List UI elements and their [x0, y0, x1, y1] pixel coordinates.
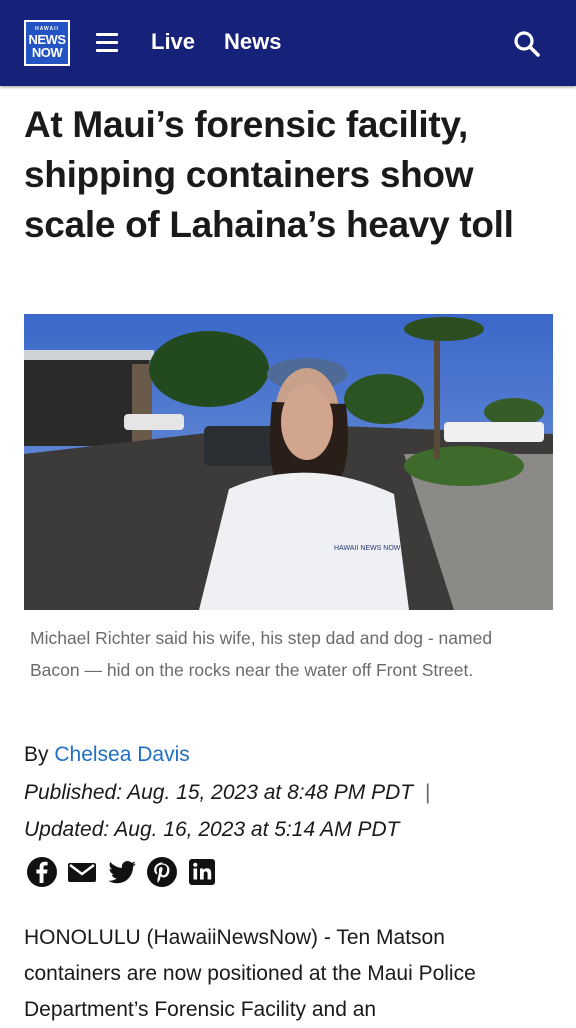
- pinterest-icon[interactable]: [146, 856, 178, 888]
- nav-news-link[interactable]: News: [224, 29, 281, 55]
- photo-caption: Michael Richter said his wife, his step …: [30, 628, 493, 680]
- facebook-icon[interactable]: [26, 856, 58, 888]
- email-icon[interactable]: [66, 856, 98, 888]
- published-date-text: Published: Aug. 15, 2023 at 8:48 PM PDT: [24, 781, 414, 804]
- nav-live-link[interactable]: Live: [151, 29, 195, 55]
- logo-text-now: NOW: [31, 45, 63, 60]
- twitter-icon[interactable]: [106, 856, 138, 888]
- byline-prefix: By: [24, 743, 49, 766]
- article-body-text: HONOLULU (HawaiiNewsNow) - Ten Matson co…: [24, 926, 476, 1021]
- article-photo[interactable]: HAWAII NEWS NOW: [24, 314, 553, 610]
- photo-scene: HAWAII NEWS NOW: [24, 314, 553, 610]
- hamburger-menu-icon[interactable]: [96, 33, 118, 53]
- byline: By Chelsea Davis: [24, 743, 190, 767]
- hawaii-news-now-logo[interactable]: HAWAII NEWS NOW: [24, 20, 70, 66]
- author-link[interactable]: Chelsea Davis: [54, 743, 189, 766]
- top-nav-bar: HAWAII NEWS NOW Live News: [0, 0, 576, 86]
- updated-date: Updated: Aug. 16, 2023 at 5:14 AM PDT: [24, 818, 400, 841]
- shirt-logo: HAWAII NEWS NOW: [334, 545, 401, 552]
- date-separator: |: [424, 781, 431, 804]
- search-icon[interactable]: [513, 30, 541, 58]
- published-date: Published: Aug. 15, 2023 at 8:48 PM PDT …: [24, 781, 430, 805]
- linkedin-icon[interactable]: [186, 856, 218, 888]
- article-headline: At Maui’s forensic facility, shipping co…: [24, 104, 514, 245]
